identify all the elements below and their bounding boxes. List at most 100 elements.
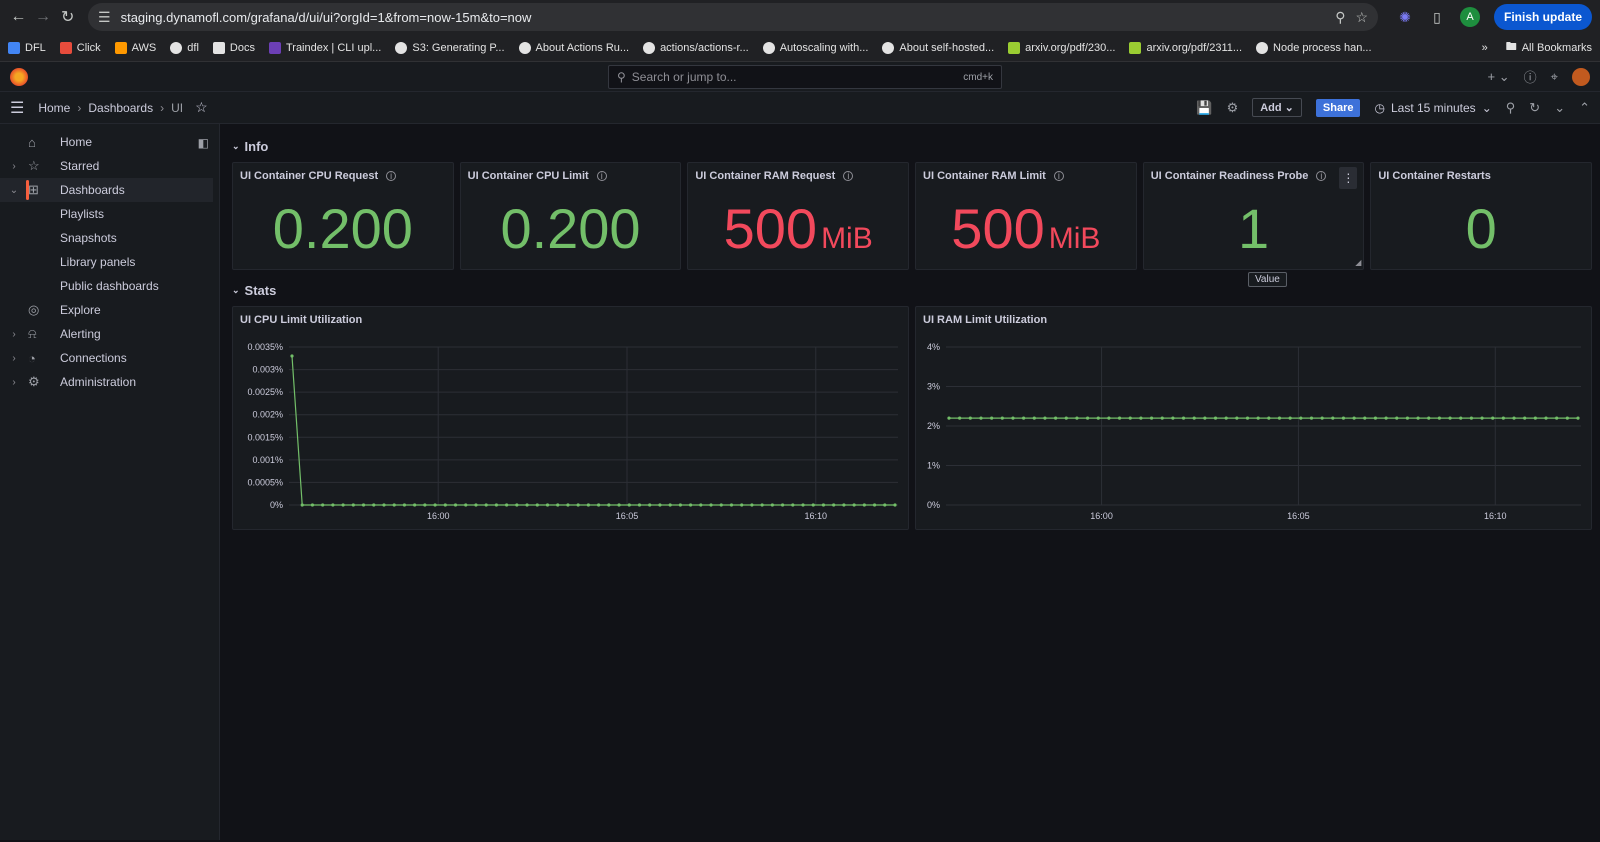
bookmark-item[interactable]: S3: Generating P... — [395, 41, 505, 54]
sidebar-item-administration[interactable]: › ⚙ Administration — [0, 370, 219, 394]
info-icon[interactable]: i — [596, 171, 607, 182]
info-icon[interactable]: i — [1053, 171, 1064, 182]
settings-gear-icon[interactable]: ⚙ — [1227, 100, 1239, 116]
all-bookmarks-button[interactable]: 🖿 All Bookmarks — [1506, 38, 1592, 57]
time-range-picker[interactable]: ◷ Last 15 minutes ⌄ — [1374, 101, 1491, 115]
all-bookmarks-label: All Bookmarks — [1521, 41, 1592, 54]
cpu-utilization-chart[interactable]: 0% 0.0005% 0.001% 0.0015% 0.002% 0.0025% 0.003… — [233, 307, 910, 531]
zoom-icon[interactable]: ⚲ — [1335, 9, 1345, 26]
breadcrumb-dashboards[interactable]: Dashboards — [88, 101, 153, 115]
chevron-right-icon[interactable]: › — [0, 161, 28, 172]
x-tick-label: 16:00 — [427, 511, 450, 521]
ram-utilization-panel[interactable]: UI RAM Limit Utilization 0% 1% 2% 3% 4% 16:00… — [915, 306, 1592, 530]
info-icon[interactable]: i — [1316, 171, 1327, 182]
help-icon[interactable]: ⓘ — [1524, 67, 1537, 86]
bookmark-item[interactable]: DFL — [8, 41, 46, 54]
sidebar-item-home[interactable]: ⌂ Home — [0, 130, 219, 154]
info-icon[interactable]: i — [843, 171, 854, 182]
bookmark-label: arxiv.org/pdf/230... — [1025, 41, 1116, 54]
search-input[interactable]: ⚲ Search or jump to... cmd+k — [608, 65, 1002, 89]
x-tick-label: 16:10 — [1484, 511, 1507, 521]
extensions-puzzle-icon[interactable]: ▯ — [1428, 8, 1446, 26]
profile-avatar[interactable]: A — [1460, 7, 1481, 27]
ram-utilization-chart[interactable]: 0% 1% 2% 3% 4% 16:00 16:05 16:10 — [916, 307, 1593, 531]
refresh-icon[interactable]: ↻ — [1529, 100, 1540, 116]
reload-icon[interactable]: ↻ — [57, 4, 78, 30]
sidebar-item-label: Starred — [60, 159, 100, 173]
sidebar-item-playlists[interactable]: Playlists — [0, 202, 219, 226]
menu-icon[interactable]: ☰ — [10, 98, 24, 118]
favorite-star-icon[interactable]: ☆ — [195, 99, 208, 116]
data-point — [1331, 416, 1335, 420]
chevron-right-icon[interactable]: › — [0, 377, 28, 388]
bookmark-item[interactable]: arxiv.org/pdf/2311... — [1129, 41, 1242, 54]
news-feed-icon[interactable]: ⌖ — [1551, 69, 1558, 85]
chevron-right-icon[interactable]: › — [0, 329, 28, 340]
more-bookmarks-icon[interactable]: » — [1482, 42, 1488, 54]
chevron-down-icon[interactable]: ⌄ — [0, 185, 28, 196]
data-point — [1512, 416, 1516, 420]
data-point — [637, 503, 642, 507]
stat-panel[interactable]: UI Container CPU Limit i 0.200 — [459, 162, 682, 270]
stat-panel[interactable]: UI Container CPU Request i 0.200 — [232, 162, 454, 270]
sidebar-item-explore[interactable]: ◎ Explore — [0, 298, 219, 322]
data-point — [1043, 416, 1047, 420]
back-icon[interactable]: ← — [8, 4, 29, 30]
info-icon[interactable]: i — [386, 171, 397, 182]
bookmark-item[interactable]: Autoscaling with... — [762, 41, 868, 54]
bookmark-item[interactable]: About self-hosted... — [882, 41, 994, 54]
stat-panel[interactable]: UI Container RAM Limit i 500 MiB — [915, 162, 1137, 270]
sidebar-item-library-panels[interactable]: Library panels — [0, 250, 219, 274]
finish-update-button[interactable]: Finish update — [1494, 4, 1593, 30]
data-point — [1469, 416, 1473, 420]
url-text[interactable]: staging.dynamofl.com/grafana/d/ui/ui?org… — [121, 10, 1326, 25]
refresh-interval-chevron-icon[interactable]: ⌄ — [1554, 100, 1565, 116]
sidebar-item-label: Public dashboards — [60, 279, 159, 293]
save-icon[interactable]: 💾 — [1196, 100, 1212, 116]
cpu-utilization-panel[interactable]: UI CPU Limit Utilization 0% 0.0005% 0.001%… — [232, 306, 909, 530]
share-button[interactable]: Share — [1315, 98, 1361, 117]
bookmark-item[interactable]: dfl — [170, 41, 199, 54]
stat-panel[interactable]: UI Container RAM Request i 500 MiB — [687, 162, 910, 270]
bookmark-item[interactable]: AWS — [114, 41, 156, 54]
bookmark-item[interactable]: arxiv.org/pdf/230... — [1008, 41, 1116, 54]
notion-icon — [212, 41, 225, 54]
data-point — [1171, 416, 1175, 420]
row-stats-header[interactable]: ⌄ Stats — [232, 278, 1592, 302]
collapse-chevron-icon[interactable]: ⌃ — [1579, 100, 1590, 116]
address-bar[interactable]: ☰ staging.dynamofl.com/grafana/d/ui/ui?o… — [88, 3, 1379, 31]
bookmark-star-icon[interactable]: ☆ — [1355, 9, 1368, 26]
grafana-logo-icon[interactable] — [10, 67, 28, 86]
y-tick-label: 3% — [927, 382, 940, 392]
data-point — [1523, 416, 1527, 420]
row-info-title: Info — [244, 138, 269, 154]
add-button[interactable]: Add ⌄ — [1252, 98, 1302, 117]
chevron-right-icon[interactable]: › — [0, 353, 28, 364]
bookmark-item[interactable]: Traindex | CLI upl... — [268, 41, 381, 54]
zoom-out-icon[interactable]: ⚲ — [1506, 100, 1516, 116]
row-info-header[interactable]: ⌄ Info — [232, 134, 1592, 158]
forward-icon[interactable]: → — [33, 4, 54, 30]
bookmark-item[interactable]: Click — [59, 41, 101, 54]
resize-handle-icon[interactable]: ◢ — [1355, 258, 1361, 267]
user-avatar[interactable] — [1572, 67, 1590, 86]
site-settings-icon[interactable]: ☰ — [98, 9, 111, 26]
sidebar-item-public-dashboards[interactable]: Public dashboards — [0, 274, 219, 298]
bookmark-item[interactable]: actions/actions-r... — [643, 41, 749, 54]
y-tick-label: 4% — [927, 342, 940, 352]
new-plus-icon[interactable]: + ⌄ — [1488, 69, 1510, 85]
extension-icon[interactable]: ✺ — [1396, 8, 1414, 26]
bookmark-item[interactable]: Node process han... — [1256, 41, 1372, 54]
breadcrumb-home[interactable]: Home — [38, 101, 70, 115]
sidebar-item-starred[interactable]: › ☆ Starred — [0, 154, 219, 178]
sidebar-item-snapshots[interactable]: Snapshots — [0, 226, 219, 250]
stat-panel[interactable]: UI Container Readiness Probe i 1 ⋮ ◢ — [1142, 162, 1365, 270]
dashboard-content: ⌄ Info UI Container CPU Request i 0.200 UI … — [220, 124, 1600, 840]
stat-panel[interactable]: UI Container Restarts 0 — [1370, 162, 1593, 270]
bookmark-item[interactable]: Docs — [212, 41, 255, 54]
sidebar-item-dashboards[interactable]: ⌄ ⊞ Dashboards — [0, 178, 213, 202]
sidebar-item-alerting[interactable]: › ⍾ Alerting — [0, 322, 219, 346]
panel-menu-icon[interactable]: ⋮ — [1339, 167, 1358, 189]
sidebar-item-connections[interactable]: › ◔ Connections — [0, 346, 219, 370]
bookmark-item[interactable]: About Actions Ru... — [518, 41, 629, 54]
